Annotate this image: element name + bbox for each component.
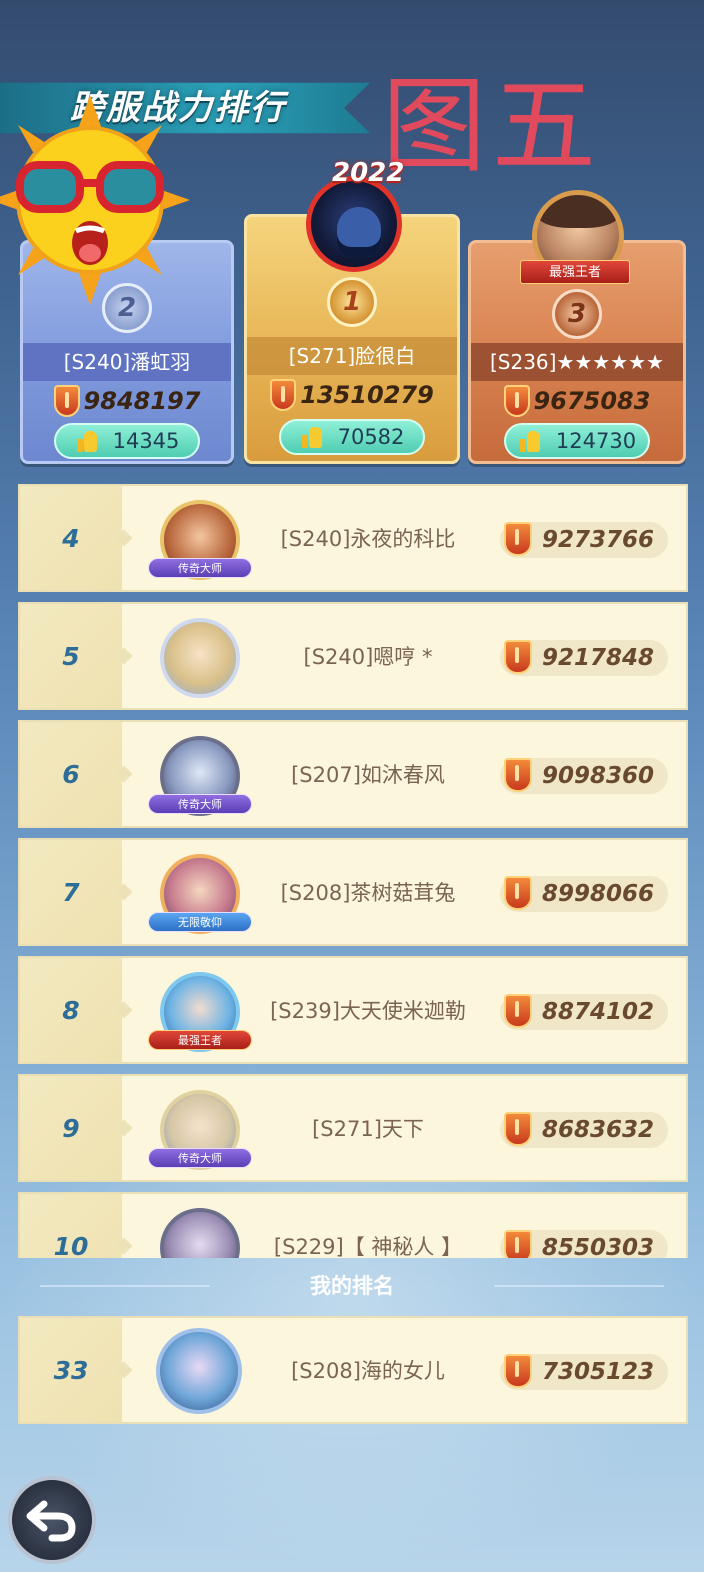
list-row[interactable]: 9 传奇大师 [S271]天下 8683632 [18, 1074, 688, 1182]
podium-3-name: [S236]★★★★★★ [471, 343, 683, 381]
power-pill: 8998066 [500, 876, 668, 912]
shield-sword-icon [504, 1230, 532, 1258]
power-pill: 8683632 [500, 1112, 668, 1148]
podium-2-power: 9848197 [23, 381, 231, 421]
podium-3-like-button[interactable]: 124730 [504, 423, 650, 459]
overlay-stamp-text: 图五 [382, 65, 603, 187]
shield-sword-icon [504, 522, 532, 556]
list-row[interactable]: 8 最强王者 [S239]大天使米迦勒 8874102 [18, 956, 688, 1064]
shield-sword-icon [504, 640, 532, 674]
podium-2-name: [S240]潘虹羽 [23, 343, 231, 381]
podium-1-avatar[interactable] [306, 176, 402, 272]
shield-sword-icon [504, 1354, 532, 1388]
rank-title-badge: 传奇大师 [148, 1148, 252, 1168]
player-name: [S240]嗯哼 * [303, 645, 433, 669]
list-row[interactable]: 4 传奇大师 [S240]永夜的科比 9273766 [18, 484, 688, 592]
avatar[interactable] [160, 618, 240, 698]
row-rank-number: 6 [62, 759, 80, 789]
power-value: 8874102 [542, 999, 655, 1025]
sun-sunglasses-sticker-icon [0, 95, 190, 305]
podium-2-power-value: 9848197 [83, 387, 201, 415]
row-rank-number: 5 [62, 641, 80, 671]
row-rank-number: 10 [53, 1231, 89, 1259]
title-tag-strongest-king: 最强王者 [520, 260, 630, 284]
player-name: [S271]天下 [312, 1117, 424, 1141]
player-name: [S208]茶树菇茸兔 [280, 881, 456, 905]
list-row[interactable]: 7 无限敬仰 [S208]茶树菇茸兔 8998066 [18, 838, 688, 946]
list-row[interactable]: 5 [S240]嗯哼 * 9217848 [18, 602, 688, 710]
rank-title-badge: 传奇大师 [148, 794, 252, 814]
power-value: 9273766 [542, 527, 655, 553]
power-pill: 8550303 [500, 1230, 668, 1258]
podium-1-name: [S271]脸很白 [247, 337, 457, 375]
row-rank-number: 8 [62, 995, 80, 1025]
podium-3-power-value: 9675083 [533, 387, 651, 415]
player-name: [S239]大天使米迦勒 [270, 999, 466, 1023]
shield-sword-icon [504, 758, 532, 792]
thumbs-up-icon [300, 425, 324, 449]
thumbs-up-icon [518, 429, 542, 453]
row-rank-number: 7 [62, 877, 80, 907]
rank-1-medal-icon: 1 [327, 277, 377, 327]
shield-sword-icon [504, 876, 532, 910]
power-pill: 8874102 [500, 994, 668, 1030]
power-value: 8683632 [542, 1117, 655, 1143]
back-button[interactable] [8, 1476, 96, 1564]
my-rank-number: 33 [53, 1355, 89, 1385]
shield-sword-icon [503, 385, 530, 417]
thumbs-up-icon [75, 429, 99, 453]
shield-sword-icon [270, 379, 297, 411]
list-row[interactable]: 6 传奇大师 [S207]如沐春风 9098360 [18, 720, 688, 828]
power-value: 9217848 [542, 645, 655, 671]
podium-1-power-value: 13510279 [300, 381, 434, 409]
avatar[interactable] [160, 1208, 240, 1258]
power-pill: 9217848 [500, 640, 668, 676]
shield-sword-icon [53, 385, 80, 417]
podium-1-power: 13510279 [247, 375, 457, 415]
my-player-name: [S208]海的女儿 [291, 1359, 445, 1383]
ranking-list[interactable]: 4 传奇大师 [S240]永夜的科比 9273766 5 [S240]嗯哼 * … [18, 484, 688, 1258]
back-arrow-icon [26, 1500, 76, 1542]
power-value: 9098360 [542, 763, 655, 789]
power-pill: 7305123 [500, 1354, 668, 1390]
power-value: 8998066 [542, 881, 655, 907]
podium-1-like-count: 70582 [337, 425, 405, 449]
player-name: [S229]【 神秘人 】 [273, 1235, 463, 1258]
rank-title-badge: 最强王者 [148, 1030, 252, 1050]
podium-3-like-count: 124730 [555, 429, 637, 453]
rank-title-badge: 无限敬仰 [148, 912, 252, 932]
row-rank-number: 4 [62, 523, 80, 553]
year-tag: 2022 [332, 158, 405, 188]
podium-3-power: 9675083 [471, 381, 683, 421]
podium-2-like-button[interactable]: 14345 [54, 423, 200, 459]
player-name: [S240]永夜的科比 [280, 527, 456, 551]
power-value: 8550303 [542, 1235, 655, 1258]
avatar[interactable] [156, 1328, 242, 1414]
shield-sword-icon [504, 1112, 532, 1146]
rank-3-medal-icon: 3 [552, 289, 602, 339]
my-rank-row[interactable]: 33 [S208]海的女儿 7305123 [18, 1316, 688, 1424]
my-rank-heading: 我的排名 [310, 1274, 394, 1298]
power-pill: 9098360 [500, 758, 668, 794]
list-row[interactable]: 10 [S229]【 神秘人 】 8550303 [18, 1192, 688, 1258]
rank-title-badge: 传奇大师 [148, 558, 252, 578]
shield-sword-icon [504, 994, 532, 1028]
podium-1-like-button[interactable]: 70582 [279, 419, 425, 455]
row-rank-number: 9 [62, 1113, 80, 1143]
podium-2-like-count: 14345 [112, 429, 180, 453]
my-power-value: 7305123 [542, 1359, 655, 1385]
player-name: [S207]如沐春风 [291, 763, 445, 787]
power-pill: 9273766 [500, 522, 668, 558]
